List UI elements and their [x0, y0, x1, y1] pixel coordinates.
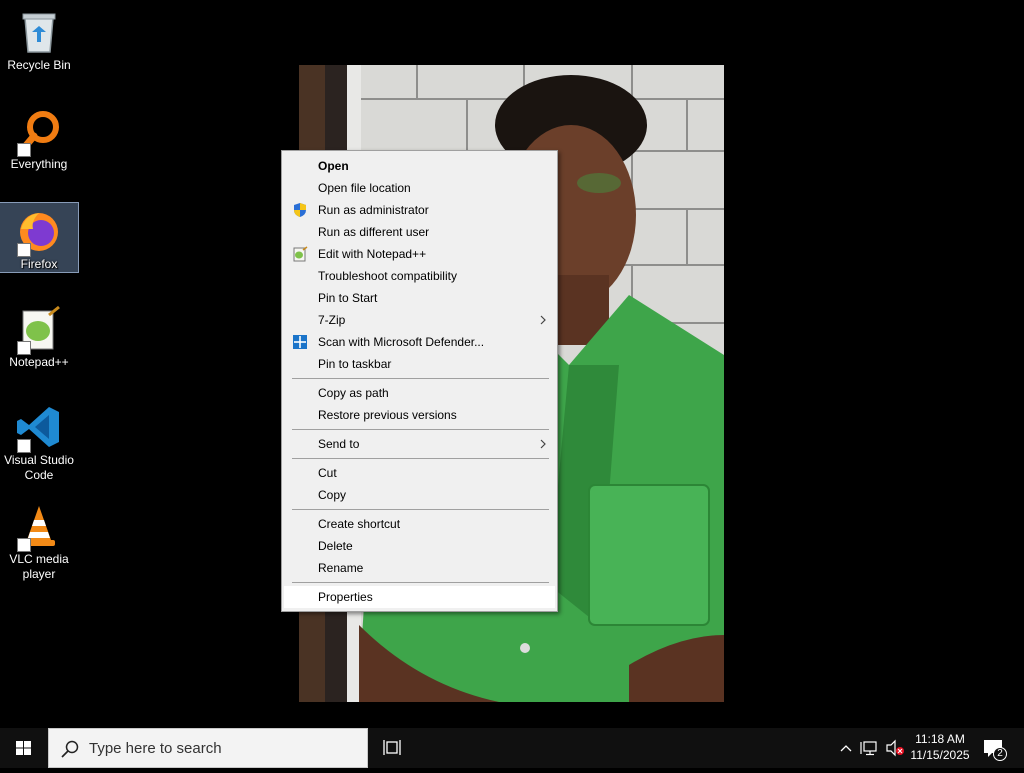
chevron-up-icon [840, 745, 852, 752]
firefox-icon [15, 207, 63, 257]
menu-item-restore-previous-versions[interactable]: Restore previous versions [284, 404, 555, 426]
menu-item-pin-to-taskbar[interactable]: Pin to taskbar [284, 353, 555, 375]
windows-logo-icon [16, 741, 31, 755]
menu-item-label: Restore previous versions [318, 408, 457, 422]
taskbar-search-box[interactable]: Type here to search [48, 728, 368, 768]
menu-item-label: Run as administrator [318, 203, 429, 217]
taskbar: Type here to search 11:18 AM 11/15/2025 [0, 728, 1024, 768]
menu-item-label: Run as different user [318, 225, 430, 239]
menu-item-label: Create shortcut [318, 517, 401, 531]
shortcut-arrow-icon [17, 243, 31, 257]
desktop-icon-vscode[interactable]: Visual Studio Code [0, 399, 78, 489]
desktop-icon-firefox[interactable]: Firefox [0, 202, 79, 273]
vscode-icon [15, 403, 63, 453]
menu-item-label: Pin to Start [318, 291, 378, 305]
desktop-icon-label: Notepad++ [9, 355, 69, 369]
task-view-icon [383, 740, 401, 755]
menu-separator [292, 509, 549, 510]
menu-item-troubleshoot-compatibility[interactable]: Troubleshoot compatibility [284, 265, 555, 287]
menu-item-copy-as-path[interactable]: Copy as path [284, 382, 555, 404]
menu-item-label: Scan with Microsoft Defender... [318, 335, 485, 349]
menu-item-label: Open [318, 159, 349, 173]
desktop-icon-label: Everything [10, 157, 68, 171]
desktop-icon-label: Visual Studio Code [4, 453, 74, 482]
shortcut-arrow-icon [17, 341, 31, 355]
menu-item-send-to[interactable]: Send to [284, 433, 555, 455]
search-icon [61, 740, 79, 758]
show-hidden-icons-button[interactable] [836, 728, 856, 768]
menu-item-run-as-different-user[interactable]: Run as different user [284, 221, 555, 243]
desktop-icon-label: Firefox [20, 257, 58, 271]
menu-item-open-file-location[interactable]: Open file location [284, 177, 555, 199]
menu-separator [292, 458, 549, 459]
start-button[interactable] [0, 728, 48, 768]
taskbar-clock[interactable]: 11:18 AM 11/15/2025 [904, 731, 976, 763]
desktop-icon-recycle-bin[interactable]: Recycle Bin [0, 4, 78, 80]
menu-item-delete[interactable]: Delete [284, 535, 555, 557]
menu-separator [292, 582, 549, 583]
menu-item-label: Cut [318, 466, 337, 480]
task-view-button[interactable] [376, 728, 408, 768]
defender-icon [293, 335, 307, 349]
menu-item-edit-with-notepad-plus-plus[interactable]: Edit with Notepad++ [284, 243, 555, 265]
menu-item-label: Troubleshoot compatibility [318, 269, 457, 283]
shortcut-arrow-icon [17, 538, 31, 552]
desktop-icon-everything[interactable]: Everything [0, 103, 78, 179]
context-menu: Open Open file location Run as administr… [281, 150, 558, 612]
chevron-right-icon [540, 315, 546, 325]
action-center-button[interactable]: 2 [978, 728, 1010, 768]
menu-item-label: Rename [318, 561, 364, 575]
shortcut-arrow-icon [17, 143, 31, 157]
desktop[interactable]: Recycle Bin Everything Firefox Notepad++… [0, 0, 1024, 728]
chevron-right-icon [540, 439, 546, 449]
menu-item-run-as-administrator[interactable]: Run as administrator [284, 199, 555, 221]
notepad-plus-plus-icon [15, 305, 63, 355]
search-placeholder: Type here to search [89, 740, 222, 757]
desktop-icon-label: VLC media player [9, 552, 69, 581]
everything-icon [15, 107, 63, 157]
menu-item-pin-to-start[interactable]: Pin to Start [284, 287, 555, 309]
clock-date: 11/15/2025 [910, 748, 970, 762]
menu-item-copy[interactable]: Copy [284, 484, 555, 506]
menu-item-properties[interactable]: Properties [284, 586, 555, 608]
notification-count-badge: 2 [997, 748, 1003, 759]
menu-item-open[interactable]: Open [284, 155, 555, 177]
menu-item-label: Edit with Notepad++ [318, 247, 427, 261]
vlc-icon [15, 502, 63, 552]
menu-item-label: Copy as path [318, 386, 389, 400]
uac-shield-icon [294, 203, 306, 217]
volume-muted-icon [886, 739, 904, 757]
recycle-bin-icon [15, 8, 63, 56]
menu-separator [292, 429, 549, 430]
menu-item-scan-with-microsoft-defender[interactable]: Scan with Microsoft Defender... [284, 331, 555, 353]
menu-item-rename[interactable]: Rename [284, 557, 555, 579]
menu-item-label: Properties [318, 590, 373, 604]
notepad-plus-plus-icon [293, 246, 308, 262]
shortcut-arrow-icon [17, 439, 31, 453]
menu-item-create-shortcut[interactable]: Create shortcut [284, 513, 555, 535]
menu-item-label: Open file location [318, 181, 411, 195]
menu-item-7-zip[interactable]: 7-Zip [284, 309, 555, 331]
menu-item-label: Delete [318, 539, 353, 553]
desktop-icon-notepad-plus-plus[interactable]: Notepad++ [0, 301, 78, 377]
network-status-button[interactable] [860, 728, 882, 768]
clock-time: 11:18 AM [915, 732, 965, 746]
menu-item-cut[interactable]: Cut [284, 462, 555, 484]
network-icon [860, 741, 877, 756]
menu-separator [292, 378, 549, 379]
desktop-icon-vlc[interactable]: VLC media player [0, 498, 78, 588]
menu-item-label: Send to [318, 437, 360, 451]
menu-item-label: Copy [318, 488, 347, 502]
volume-button[interactable] [884, 728, 906, 768]
menu-item-label: Pin to taskbar [318, 357, 392, 371]
desktop-icon-label: Recycle Bin [7, 58, 71, 72]
notification-icon [984, 740, 1007, 761]
menu-item-label: 7-Zip [318, 313, 346, 327]
